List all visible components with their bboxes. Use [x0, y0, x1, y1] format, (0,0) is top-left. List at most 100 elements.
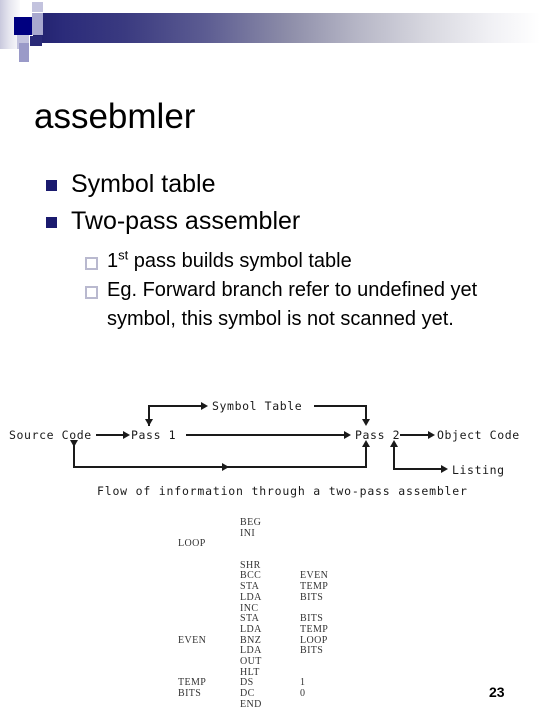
code-row: BCC EVEN	[178, 571, 360, 582]
edge-source-to-pass1	[96, 434, 123, 436]
arrowhead-right-icon	[428, 431, 435, 439]
edge-pass2-down-to-listing	[393, 444, 395, 470]
arrowhead-right-icon	[201, 402, 208, 410]
code-row: BITS DC 0	[178, 688, 360, 700]
arrowhead-right-icon	[344, 431, 351, 439]
hollow-square-bullet-icon	[85, 286, 98, 299]
page-number: 23	[489, 684, 505, 700]
code-operand	[300, 700, 360, 711]
code-mnemonic: LDA	[240, 591, 262, 603]
arrowhead-right-icon	[441, 465, 448, 473]
diagram-node-listing: Listing	[452, 463, 505, 477]
diagram-node-object-code: Object Code	[437, 428, 520, 442]
code-label: LOOP	[178, 538, 206, 550]
code-label	[178, 593, 240, 604]
bullet-label: Two-pass assembler	[71, 207, 301, 235]
deco-navy-square-small	[30, 36, 42, 46]
edge-bottom-up-to-pass2	[365, 444, 367, 467]
arrowhead-right-icon	[123, 431, 130, 439]
bullet-label: Symbol table	[71, 170, 216, 198]
code-operand: 0	[300, 688, 306, 699]
page-title: assebmler	[34, 97, 196, 136]
bullet-item: Symbol table	[46, 166, 516, 203]
deco-lavender-tail	[19, 43, 29, 62]
edge-pass1-to-pass2	[186, 434, 344, 436]
code-label	[178, 518, 240, 529]
deco-white-block-bottom	[0, 49, 19, 70]
code-row: TEMP DS 1	[178, 678, 360, 689]
code-row: END	[178, 698, 360, 711]
code-operand	[300, 518, 360, 529]
code-operand: 1	[300, 677, 306, 689]
edge-to-listing	[393, 468, 443, 470]
sub-bullet-item: 1st pass builds symbol table	[85, 247, 515, 276]
arrowhead-down-icon	[145, 419, 153, 426]
code-mnemonic: END	[240, 698, 262, 710]
arrowhead-down-icon	[362, 419, 370, 426]
code-label	[178, 625, 240, 636]
hollow-square-bullet-icon	[85, 257, 98, 270]
code-operand: BITS	[300, 645, 324, 657]
arrowhead-up-icon	[362, 440, 370, 447]
code-mnemonic: LDA	[240, 623, 262, 635]
code-row: LDA BITS	[178, 591, 360, 604]
code-label	[178, 657, 240, 668]
code-operand: TEMP	[300, 623, 329, 635]
deco-gradient-bar	[33, 13, 540, 43]
diagram-node-pass-1: Pass 1	[131, 428, 177, 442]
code-operand	[300, 539, 360, 550]
bullet-item: Two-pass assembler	[46, 203, 516, 240]
sub-bullet-list: 1st pass builds symbol table Eg. Forward…	[85, 247, 515, 334]
code-row: LOOP	[178, 539, 360, 550]
code-label	[178, 614, 240, 625]
code-operand	[300, 657, 360, 668]
diagram-node-source-code: Source Code	[9, 428, 92, 442]
slide-header-decoration	[0, 0, 540, 70]
edge-symbol-table-to-pass2	[314, 405, 367, 407]
code-row: SHR	[178, 560, 360, 572]
arrowhead-right-icon	[222, 463, 229, 471]
code-row	[178, 550, 360, 561]
square-bullet-icon	[46, 180, 57, 191]
assembly-code-listing: BEG INI LOOP SHR BCC EVEN STA TEMP LDA B…	[178, 517, 360, 711]
bullet-list: Symbol table Two-pass assembler	[46, 166, 516, 240]
code-operand	[300, 668, 360, 679]
code-operand: BITS	[300, 591, 324, 603]
code-mnemonic	[240, 539, 300, 550]
diagram-caption: Flow of information through a two-pass a…	[97, 484, 468, 498]
sub-bullet-label: Eg. Forward branch refer to undefined ye…	[107, 279, 478, 330]
code-row: BEG	[178, 517, 360, 529]
sub-bullet-text: pass builds symbol table	[128, 250, 352, 272]
sub-bullet-item: Eg. Forward branch refer to undefined ye…	[85, 276, 515, 334]
ordinal-suffix: st	[118, 247, 129, 263]
code-row: INC	[178, 603, 360, 615]
code-label: EVEN	[178, 634, 207, 646]
code-label: BITS	[178, 688, 202, 699]
sub-bullet-label: 1st pass builds symbol table	[107, 247, 352, 276]
arrowhead-down-icon	[70, 440, 78, 447]
square-bullet-icon	[46, 217, 57, 228]
code-row: LDA BITS	[178, 646, 360, 657]
edge-pass2-to-object-code	[400, 434, 428, 436]
deco-navy-square	[14, 17, 32, 35]
code-operand	[300, 550, 360, 561]
code-mnemonic: INI	[240, 527, 256, 539]
code-operand	[300, 529, 360, 540]
code-label	[178, 561, 240, 572]
code-label	[178, 604, 240, 615]
deco-lavender-upper	[32, 2, 43, 12]
code-row: OUT	[178, 656, 360, 668]
edge-source-bottom-to-pass2	[73, 466, 367, 468]
code-row: LDA TEMP	[178, 623, 360, 636]
code-row: STA BITS	[178, 613, 360, 625]
arrowhead-up-icon	[390, 440, 398, 447]
code-label	[178, 550, 240, 561]
code-label	[178, 571, 240, 582]
edge-pass1-to-symbol-table	[148, 405, 203, 407]
code-label	[178, 582, 240, 593]
diagram-node-symbol-table: Symbol Table	[212, 399, 303, 413]
code-row: EVEN BNZ LOOP	[178, 634, 360, 647]
ordinal-number: 1	[107, 250, 119, 272]
code-row: STA TEMP	[178, 581, 360, 593]
code-label	[178, 700, 240, 711]
